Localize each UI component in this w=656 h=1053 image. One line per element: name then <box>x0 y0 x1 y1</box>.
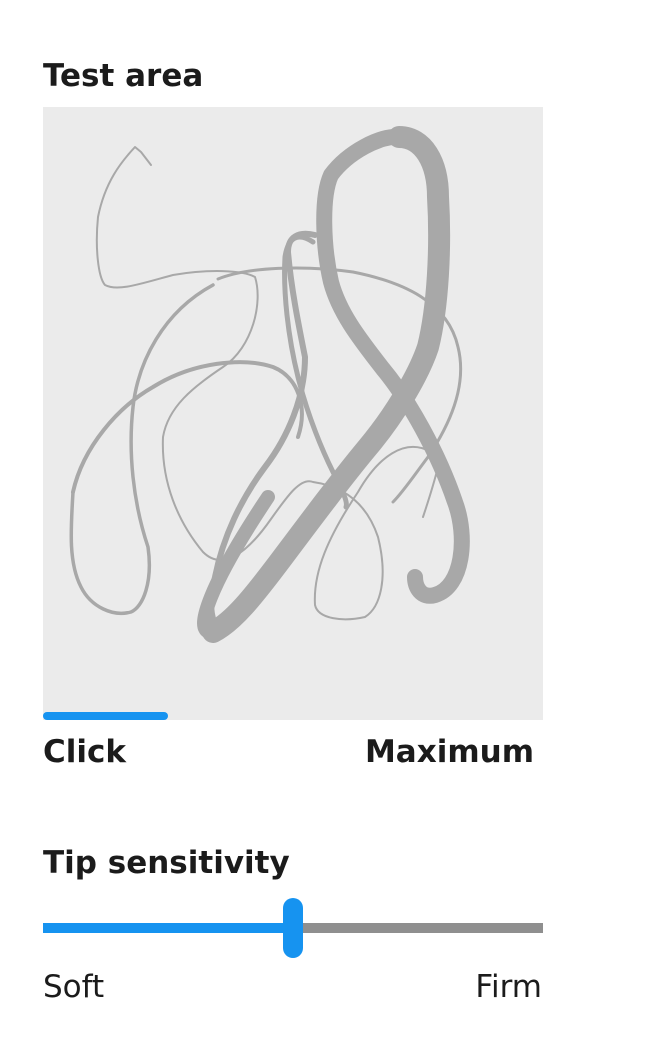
slider-fill <box>43 923 293 933</box>
pressure-min-label: Click <box>43 734 126 770</box>
ink-strokes <box>69 126 470 643</box>
tip-sensitivity-heading: Tip sensitivity <box>43 845 290 881</box>
pressure-max-label: Maximum <box>364 734 534 770</box>
tip-sensitivity-slider[interactable] <box>43 898 543 958</box>
slider-thumb[interactable] <box>283 898 303 958</box>
ink-stroke <box>422 466 439 518</box>
ink-stroke <box>71 360 304 494</box>
slider-max-label: Firm <box>475 969 542 1005</box>
test-area-canvas[interactable] <box>43 107 543 720</box>
test-area-heading: Test area <box>43 58 204 94</box>
slider-min-label: Soft <box>43 969 105 1005</box>
pressure-indicator-bar <box>43 712 168 720</box>
